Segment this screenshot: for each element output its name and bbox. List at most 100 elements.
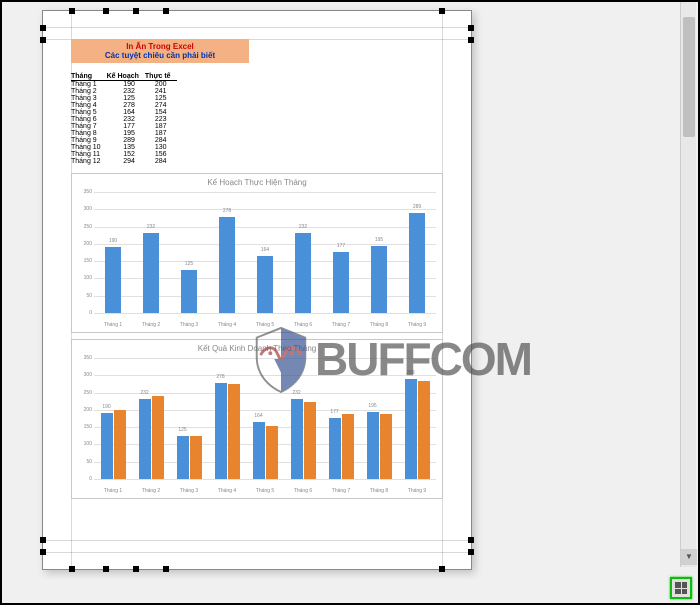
table-cell: 156 xyxy=(145,151,177,158)
title-line1: In Ấn Trong Excel xyxy=(77,42,243,51)
bar: 289 xyxy=(409,213,425,313)
table-cell: 154 xyxy=(145,109,177,116)
x-tick: Tháng 4 xyxy=(208,488,246,494)
bar-group: 232 xyxy=(132,358,170,479)
margin-line xyxy=(43,552,471,553)
bar-group: 289 xyxy=(398,358,436,479)
bar-label: 125 xyxy=(185,261,193,267)
table-cell: Tháng 1 xyxy=(71,81,107,89)
chart1-title: Kế Hoạch Thực Hiện Tháng xyxy=(78,178,436,187)
bar-group: 177 xyxy=(322,358,360,479)
bar xyxy=(190,436,202,479)
bar xyxy=(380,414,392,479)
table-cell: 223 xyxy=(145,116,177,123)
table-cell: Tháng 7 xyxy=(71,123,107,130)
scrollbar-thumb[interactable] xyxy=(683,17,695,137)
x-tick: Tháng 2 xyxy=(132,488,170,494)
margin-handle[interactable] xyxy=(69,8,75,14)
margin-handle[interactable] xyxy=(468,549,474,555)
bar-label: 190 xyxy=(109,238,117,244)
bar: 177 xyxy=(329,418,341,479)
margin-handle[interactable] xyxy=(439,566,445,572)
margin-handle[interactable] xyxy=(133,566,139,572)
margin-handle[interactable] xyxy=(468,537,474,543)
chart-2: Kết Quả Kinh Doanh Theo Tháng 0501001502… xyxy=(71,339,443,499)
margin-handle[interactable] xyxy=(40,537,46,543)
bar-group: 125 xyxy=(170,358,208,479)
y-tick: 350 xyxy=(74,189,92,195)
bar: 195 xyxy=(371,246,387,313)
x-tick: Tháng 4 xyxy=(208,322,246,328)
y-tick: 250 xyxy=(74,224,92,230)
margin-handle[interactable] xyxy=(40,25,46,31)
table-cell: Tháng 11 xyxy=(71,151,107,158)
bar: 232 xyxy=(139,399,151,479)
margin-handle[interactable] xyxy=(439,8,445,14)
table-header: Thực tế xyxy=(145,73,177,81)
bar-group: 232 xyxy=(132,192,170,313)
table-header: Tháng xyxy=(71,73,107,81)
scroll-down-arrow[interactable]: ▼ xyxy=(681,549,697,565)
table-cell: 289 xyxy=(107,137,145,144)
table-cell: Tháng 2 xyxy=(71,88,107,95)
bar-label: 195 xyxy=(368,403,376,409)
table-row: Tháng 7177187 xyxy=(71,123,177,130)
x-tick: Tháng 8 xyxy=(360,488,398,494)
bar xyxy=(228,384,240,479)
margin-handle[interactable] xyxy=(133,8,139,14)
bar-group: 177 xyxy=(322,192,360,313)
table-cell: Tháng 5 xyxy=(71,109,107,116)
bar xyxy=(266,426,278,479)
margin-line xyxy=(43,540,471,541)
table-cell: 177 xyxy=(107,123,145,130)
table-cell: 130 xyxy=(145,144,177,151)
bar: 164 xyxy=(257,256,273,313)
bar-group: 278 xyxy=(208,358,246,479)
table-row: Tháng 6232223 xyxy=(71,116,177,123)
table-cell: Tháng 8 xyxy=(71,130,107,137)
margin-handle[interactable] xyxy=(468,37,474,43)
bar: 289 xyxy=(405,379,417,479)
table-row: Tháng 12294284 xyxy=(71,158,177,165)
bar-label: 289 xyxy=(406,370,414,376)
x-tick: Tháng 1 xyxy=(94,488,132,494)
bar-group: 232 xyxy=(284,358,322,479)
y-tick: 300 xyxy=(74,372,92,378)
margin-handle[interactable] xyxy=(163,8,169,14)
table-cell: 278 xyxy=(107,102,145,109)
bar: 278 xyxy=(219,217,235,313)
show-margins-button[interactable] xyxy=(670,577,692,599)
data-table: ThángKế HoạchThực tế Tháng 1190200Tháng … xyxy=(71,73,177,165)
bar: 195 xyxy=(367,412,379,479)
bar: 164 xyxy=(253,422,265,479)
bar-group: 278 xyxy=(208,192,246,313)
x-tick: Tháng 6 xyxy=(284,322,322,328)
gridline xyxy=(94,479,436,480)
bar: 125 xyxy=(181,270,197,313)
table-row: Tháng 10135130 xyxy=(71,144,177,151)
margin-handle[interactable] xyxy=(103,8,109,14)
bar-label: 232 xyxy=(292,390,300,396)
bar-group: 125 xyxy=(170,192,208,313)
y-tick: 200 xyxy=(74,241,92,247)
bar-label: 164 xyxy=(254,413,262,419)
bar xyxy=(418,381,430,479)
y-tick: 350 xyxy=(74,355,92,361)
bar xyxy=(114,410,126,479)
x-tick: Tháng 9 xyxy=(398,488,436,494)
margin-handle[interactable] xyxy=(468,25,474,31)
bar: 190 xyxy=(101,413,113,479)
margin-handle[interactable] xyxy=(69,566,75,572)
x-tick: Tháng 3 xyxy=(170,322,208,328)
margin-handle[interactable] xyxy=(163,566,169,572)
bar-group: 195 xyxy=(360,192,398,313)
margin-handle[interactable] xyxy=(103,566,109,572)
vertical-scrollbar[interactable]: ▼ xyxy=(680,2,696,567)
table-cell: 294 xyxy=(107,158,145,165)
table-cell: 187 xyxy=(145,123,177,130)
margin-handle[interactable] xyxy=(40,549,46,555)
margin-handle[interactable] xyxy=(40,37,46,43)
bar-label: 177 xyxy=(337,243,345,249)
table-cell: 195 xyxy=(107,130,145,137)
bar-label: 278 xyxy=(216,374,224,380)
